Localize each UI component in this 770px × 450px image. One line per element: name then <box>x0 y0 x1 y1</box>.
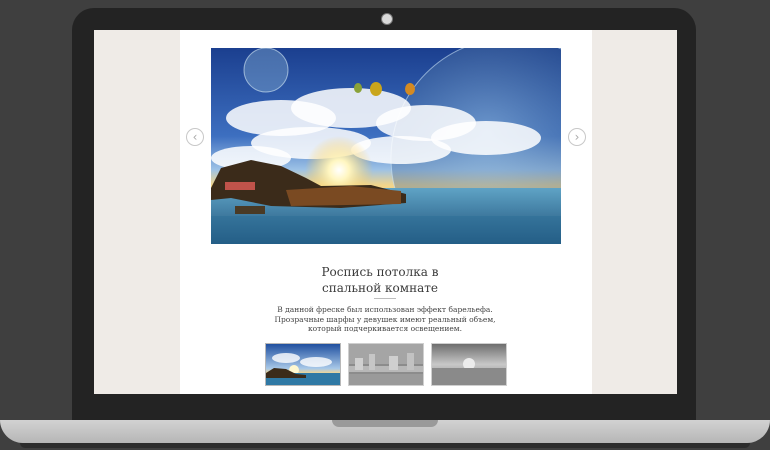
laptop-notch <box>332 420 438 427</box>
description-line: В данной фреске был использован эффект б… <box>277 305 493 314</box>
thumbnail-2[interactable] <box>348 343 424 386</box>
camera-icon <box>381 13 393 25</box>
slider-prev-button[interactable]: ‹ <box>186 128 204 146</box>
description-line: который подчеркивается освещением. <box>307 324 463 333</box>
slide-title: Роспись потолка в спальной комнате <box>321 265 439 295</box>
thumbnail-3[interactable] <box>431 343 507 386</box>
slider-next-button[interactable]: › <box>568 128 586 146</box>
thumbnail-1[interactable] <box>265 343 341 386</box>
title-divider <box>374 298 396 299</box>
laptop-shadow <box>20 443 750 448</box>
slide-image <box>211 48 561 244</box>
description-line: Прозрачные шарфы у девушек имеют реальны… <box>274 314 496 324</box>
slide-description: В данной фреске был использован эффект б… <box>250 305 520 334</box>
